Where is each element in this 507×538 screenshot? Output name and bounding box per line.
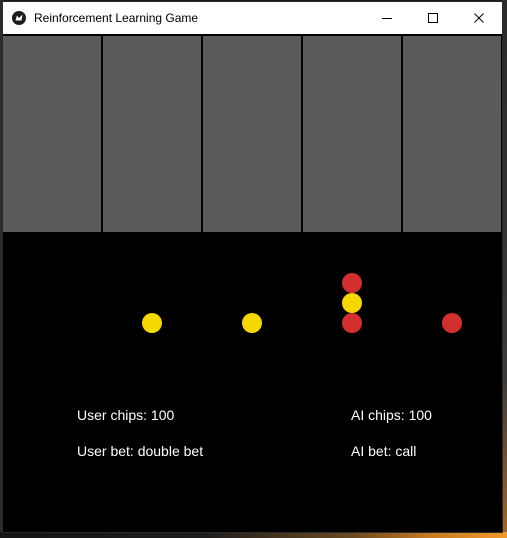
desktop-background-bottom xyxy=(0,532,507,538)
ai-chips-label: AI chips: 100 xyxy=(351,407,432,423)
card-back-1[interactable] xyxy=(3,36,101,232)
card-back-4[interactable] xyxy=(303,36,401,232)
red-chip xyxy=(342,273,362,293)
kivy-app-icon[interactable] xyxy=(12,11,26,25)
maximize-icon xyxy=(428,13,438,23)
user-chips-label: User chips: 100 xyxy=(77,407,175,423)
card-back-3[interactable] xyxy=(203,36,301,232)
ai-bet-label: AI bet: call xyxy=(351,443,417,459)
app-window: Reinforcement Learning Game User chips: … xyxy=(3,2,502,532)
red-chip xyxy=(442,313,462,333)
yellow-chip xyxy=(242,313,262,333)
minimize-button[interactable] xyxy=(364,2,410,34)
card-back-2[interactable] xyxy=(103,36,201,232)
red-chip xyxy=(342,313,362,333)
desktop-background-right xyxy=(502,0,507,538)
close-button[interactable] xyxy=(456,2,502,34)
close-icon xyxy=(474,13,484,23)
minimize-icon xyxy=(382,18,392,19)
window-title: Reinforcement Learning Game xyxy=(34,11,199,25)
card-back-5[interactable] xyxy=(403,36,501,232)
maximize-button[interactable] xyxy=(410,2,456,34)
user-bet-label: User bet: double bet xyxy=(77,443,204,459)
community-cards-row xyxy=(3,34,502,233)
yellow-chip xyxy=(342,293,362,313)
yellow-chip xyxy=(142,313,162,333)
title-bar[interactable]: Reinforcement Learning Game xyxy=(3,2,502,34)
caption-buttons xyxy=(364,2,502,34)
